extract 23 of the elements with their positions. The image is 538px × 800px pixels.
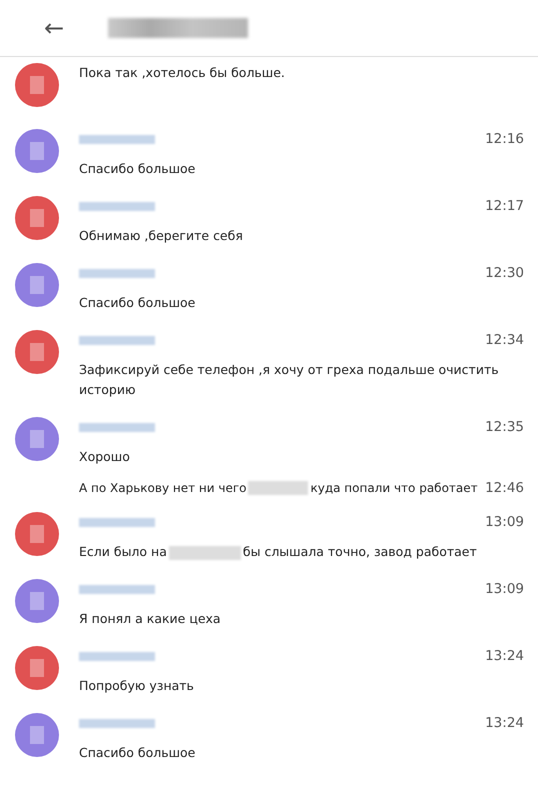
message-text: Пока так ,хотелось бы больше. (79, 64, 286, 82)
message-text: Попробую узнать (79, 677, 195, 695)
message-time: 12:30 (485, 265, 524, 281)
back-button[interactable]: ← (40, 14, 68, 42)
message-text: Хорошо (79, 448, 131, 466)
message-time: 12:16 (485, 131, 524, 147)
message-time: 12:17 (485, 198, 524, 214)
redacted-word (248, 481, 308, 496)
message-time: 13:09 (485, 581, 524, 597)
message-text: Спасибо большое (79, 294, 196, 312)
message-text: Спасибо большое (79, 744, 196, 762)
message-time: 13:24 (485, 648, 524, 664)
message-text: Если было на бы слышала точно, завод работает (79, 543, 478, 562)
message-time: 12:35 (485, 419, 524, 435)
message-text: Зафиксируй себе телефон ,я хочу от греха подальше очистить историю (79, 361, 500, 399)
message-time: 13:24 (485, 715, 524, 731)
message-time: 12:34 (485, 332, 524, 348)
message-time: 12:46 (485, 480, 524, 496)
message-text: А по Харькову нет ни чего куда попали что работает (79, 480, 478, 496)
message-text: Я понял а какие цеха (79, 610, 222, 628)
message-text: Обнимаю ,берегите себя (79, 227, 244, 245)
message-text: Спасибо большое (79, 160, 196, 178)
message-time: 13:09 (485, 514, 524, 530)
